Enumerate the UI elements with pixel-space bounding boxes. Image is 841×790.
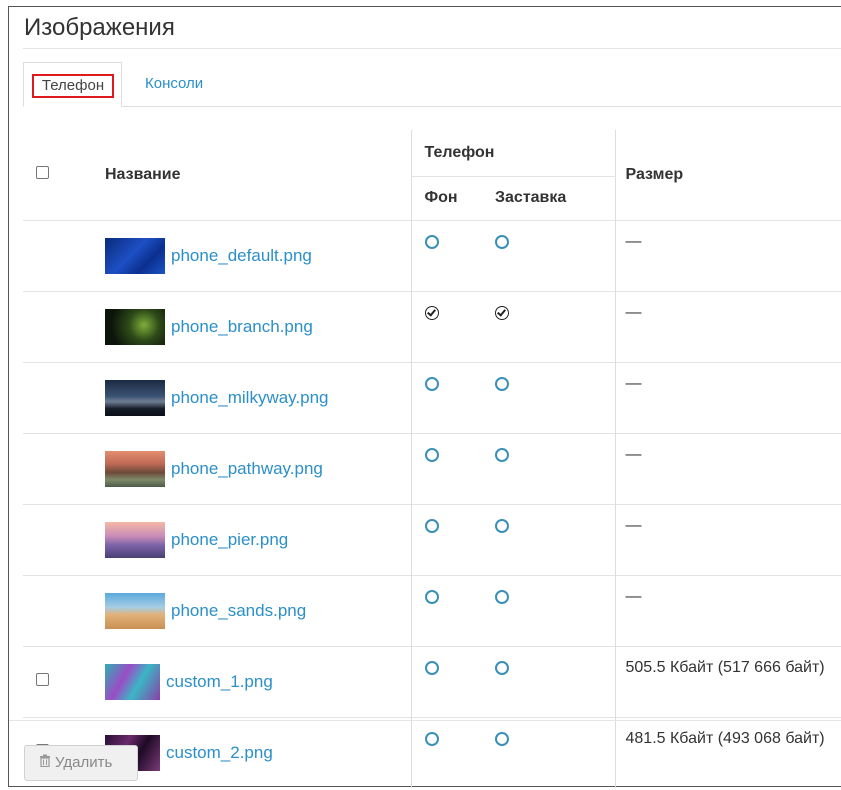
screensaver-radio[interactable] <box>495 447 509 462</box>
images-table: Название Телефон Размер Фон Заставка pho… <box>23 130 841 788</box>
screensaver-radio[interactable] <box>495 589 509 604</box>
image-thumbnail[interactable] <box>105 308 165 345</box>
row-checkbox[interactable] <box>36 672 49 686</box>
background-radio[interactable] <box>424 660 439 675</box>
table-row: phone_sands.png — <box>23 574 841 646</box>
screensaver-radio[interactable] <box>495 376 509 391</box>
file-name-link[interactable]: phone_sands.png <box>171 601 306 620</box>
image-thumbnail[interactable] <box>105 237 165 274</box>
tab-phone[interactable]: Телефон <box>23 62 122 107</box>
delete-button[interactable]: Удалить <box>24 745 138 781</box>
screensaver-radio[interactable] <box>495 731 509 746</box>
tab-consoles[interactable]: Консоли <box>131 62 217 106</box>
footer-divider <box>9 720 841 721</box>
title-divider <box>23 48 841 49</box>
table-row: phone_pier.png — <box>23 503 841 575</box>
column-phone-group-header: Телефон <box>410 130 615 177</box>
table-row: custom_2.png 481.5 Кбайт (493 068 байт) <box>23 716 841 788</box>
column-screensaver-header: Заставка <box>495 189 567 206</box>
table-row: phone_default.png — <box>23 219 841 291</box>
file-name-link[interactable]: phone_pathway.png <box>171 459 323 478</box>
file-name-link[interactable]: phone_pier.png <box>171 530 288 549</box>
column-size-header: Размер <box>614 130 841 220</box>
screensaver-checked-icon[interactable] <box>495 305 509 320</box>
tab-bar: Телефон Консоли <box>23 62 841 107</box>
table-row: phone_branch.png — <box>23 290 841 362</box>
delete-button-label: Удалить <box>55 754 113 771</box>
file-size: — <box>625 374 642 392</box>
file-size: — <box>625 516 642 534</box>
images-panel: Изображения Телефон Консоли Название Тел… <box>8 6 841 788</box>
file-size: — <box>625 445 642 463</box>
file-size: 505.5 Кбайт (517 666 байт) <box>625 658 825 676</box>
screensaver-radio[interactable] <box>495 660 509 675</box>
column-name-header: Название <box>105 165 181 183</box>
table-row: custom_1.png 505.5 Кбайт (517 666 байт) <box>23 645 841 717</box>
background-radio[interactable] <box>424 376 439 391</box>
page-title: Изображения <box>24 14 175 41</box>
image-thumbnail[interactable] <box>105 592 165 629</box>
screensaver-radio[interactable] <box>495 234 509 249</box>
select-all-checkbox[interactable] <box>36 165 49 179</box>
image-thumbnail[interactable] <box>105 521 165 558</box>
file-size: — <box>625 303 642 321</box>
table-row: phone_milkyway.png — <box>23 361 841 433</box>
file-size: — <box>625 232 642 250</box>
background-radio[interactable] <box>424 518 439 533</box>
background-radio[interactable] <box>424 447 439 462</box>
trash-icon <box>39 746 51 780</box>
background-radio[interactable] <box>424 234 439 249</box>
background-radio[interactable] <box>424 589 439 604</box>
file-name-link[interactable]: phone_milkyway.png <box>171 388 329 407</box>
file-name-link[interactable]: custom_2.png <box>166 743 273 762</box>
file-size: 481.5 Кбайт (493 068 байт) <box>625 729 825 747</box>
background-radio[interactable] <box>424 731 439 746</box>
file-size: — <box>625 587 642 605</box>
file-name-link[interactable]: phone_default.png <box>171 246 312 265</box>
image-thumbnail[interactable] <box>105 379 165 416</box>
screensaver-radio[interactable] <box>495 518 509 533</box>
file-name-link[interactable]: custom_1.png <box>166 672 273 691</box>
column-background-header: Фон <box>410 176 483 220</box>
tab-phone-label: Телефон <box>32 74 114 98</box>
file-name-link[interactable]: phone_branch.png <box>171 317 313 336</box>
background-checked-icon[interactable] <box>424 305 439 320</box>
image-thumbnail[interactable] <box>105 450 165 487</box>
table-row: phone_pathway.png — <box>23 432 841 504</box>
image-thumbnail[interactable] <box>105 663 160 700</box>
